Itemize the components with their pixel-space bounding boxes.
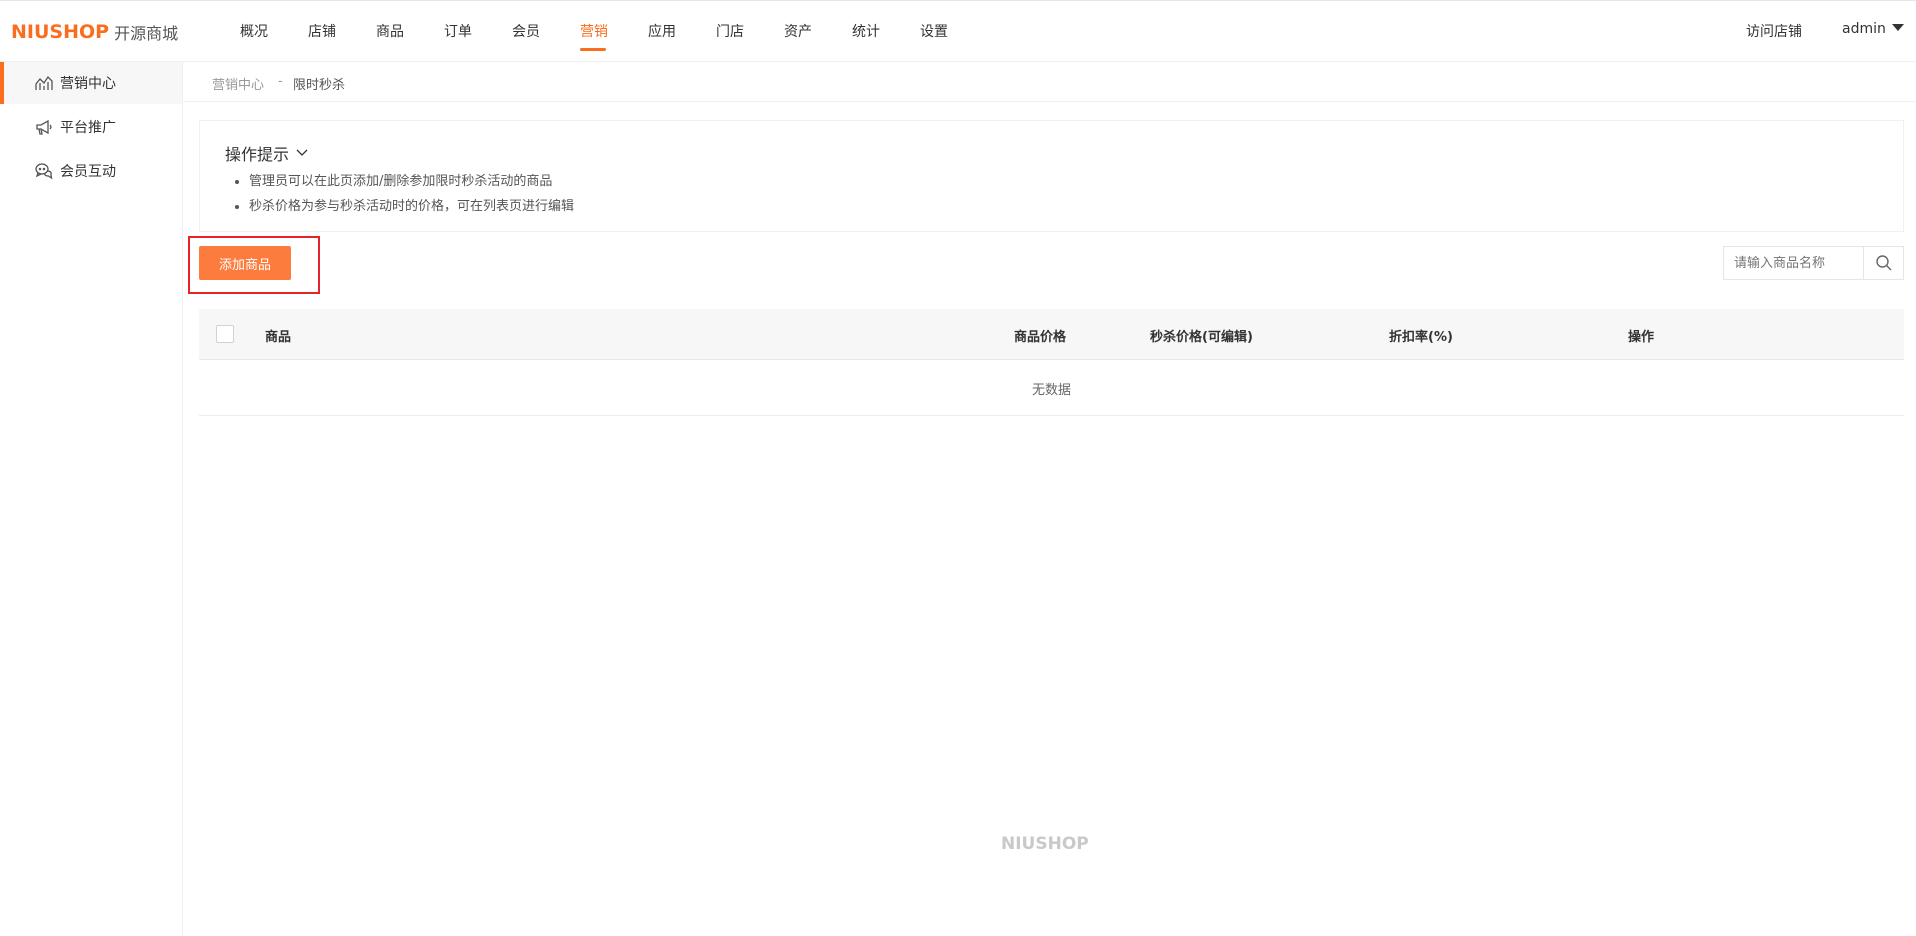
chat-icon	[35, 163, 53, 180]
column-header-price: 商品价格	[1014, 330, 1067, 345]
tips-title: 操作提示	[225, 145, 290, 164]
column-header-discount: 折扣率(%)	[1389, 330, 1453, 345]
nav-item-overview[interactable]: 概况	[240, 21, 268, 41]
nav-item-store[interactable]: 店铺	[308, 21, 336, 41]
footer-logo: NIUSHOP	[1001, 834, 1089, 854]
tip-item: 秒杀价格为参与秒杀活动时的价格，可在列表页进行编辑	[249, 194, 574, 219]
sidebar-item-marketing-center[interactable]: 营销中心	[0, 62, 182, 104]
search-box	[1723, 246, 1904, 280]
add-goods-button[interactable]: 添加商品	[199, 246, 291, 280]
megaphone-icon	[36, 119, 52, 135]
breadcrumb-current: 限时秒杀	[293, 78, 346, 93]
tip-item: 管理员可以在此页添加/删除参加限时秒杀活动的商品	[249, 169, 574, 194]
search-icon	[1875, 255, 1891, 271]
visit-store-link[interactable]: 访问店铺	[1746, 21, 1802, 41]
sidebar-item-label: 平台推广	[60, 120, 116, 136]
sidebar: 营销中心 平台推广 会员互动	[0, 62, 183, 936]
select-all-checkbox[interactable]	[216, 325, 234, 343]
sidebar-item-member-interaction[interactable]: 会员互动	[0, 150, 182, 192]
tips-toggle[interactable]: 操作提示	[225, 141, 309, 165]
breadcrumb-separator: -	[278, 74, 283, 89]
sidebar-item-label: 会员互动	[60, 164, 116, 180]
chart-icon	[35, 75, 53, 90]
caret-down-icon	[1891, 24, 1904, 31]
nav-item-goods[interactable]: 商品	[376, 21, 404, 41]
nav-item-stats[interactable]: 统计	[852, 21, 880, 41]
sidebar-item-promotion[interactable]: 平台推广	[0, 106, 182, 148]
breadcrumb-parent[interactable]: 营销中心	[212, 74, 264, 93]
logo-text: NIUSHOP	[11, 21, 110, 43]
column-header-actions: 操作	[1628, 330, 1655, 345]
empty-state: 无数据	[1031, 383, 1071, 398]
nav-item-marketing[interactable]: 营销	[580, 21, 608, 41]
nav-item-apps[interactable]: 应用	[648, 21, 676, 41]
tips-panel: 操作提示 管理员可以在此页添加/删除参加限时秒杀活动的商品 秒杀价格为参与秒杀活…	[199, 120, 1904, 232]
search-input[interactable]	[1724, 247, 1863, 279]
goods-table: 商品 商品价格 秒杀价格(可编辑) 折扣率(%) 操作 无数据	[199, 309, 1904, 416]
user-name: admin	[1842, 21, 1886, 37]
brand-logo[interactable]: NIUSHOP 开源商城	[11, 20, 178, 44]
table-body: 无数据	[199, 360, 1904, 416]
nav-item-orders[interactable]: 订单	[444, 21, 472, 41]
table-header: 商品 商品价格 秒杀价格(可编辑) 折扣率(%) 操作	[199, 309, 1904, 360]
breadcrumb: 营销中心 - 限时秒杀	[183, 62, 1916, 102]
user-menu[interactable]: admin	[1842, 21, 1904, 37]
nav-item-outlets[interactable]: 门店	[716, 21, 744, 41]
nav-item-settings[interactable]: 设置	[920, 21, 948, 41]
column-header-goods: 商品	[265, 330, 292, 345]
chevron-down-icon	[296, 149, 308, 156]
column-header-seckill-price: 秒杀价格(可编辑)	[1150, 330, 1253, 345]
nav-item-members[interactable]: 会员	[512, 21, 540, 41]
top-header: NIUSHOP 开源商城 概况 店铺 商品 订单 会员 营销 应用 门店 资产 …	[0, 0, 1916, 62]
search-button[interactable]	[1863, 247, 1903, 279]
sidebar-item-label: 营销中心	[60, 76, 116, 92]
logo-subtitle: 开源商城	[114, 24, 179, 43]
nav-item-assets[interactable]: 资产	[784, 21, 812, 41]
tips-list: 管理员可以在此页添加/删除参加限时秒杀活动的商品 秒杀价格为参与秒杀活动时的价格…	[225, 169, 574, 219]
nav-active-indicator	[580, 48, 606, 51]
